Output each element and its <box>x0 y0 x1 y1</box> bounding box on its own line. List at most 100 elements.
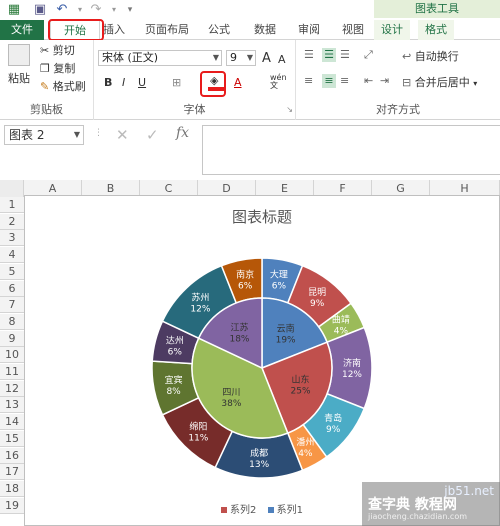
align-right-icon[interactable]: ≡ <box>340 74 349 88</box>
cancel-icon[interactable]: ✕ <box>116 126 129 144</box>
paste-label[interactable]: 粘贴 <box>8 72 30 86</box>
row-header[interactable]: 6 <box>0 280 24 297</box>
bold-button[interactable]: B <box>104 76 112 90</box>
scissors-icon: ✂ <box>40 44 50 57</box>
row-header[interactable]: 16 <box>0 447 24 464</box>
watermark-title: 查字典 教程网 <box>368 494 457 514</box>
merge-icon: ⊟ <box>402 76 412 89</box>
row-header[interactable]: 2 <box>0 213 24 230</box>
border-icon[interactable]: ⊞ <box>172 76 181 90</box>
orientation-icon[interactable]: ⤢ <box>364 48 373 62</box>
row-header[interactable]: 3 <box>0 230 24 247</box>
row-header[interactable]: 4 <box>0 247 24 264</box>
align-middle-icon[interactable]: ☰ <box>322 48 336 62</box>
font-size-combo[interactable]: 9 ▼ <box>226 50 256 66</box>
dialog-launcher-icon[interactable]: ↘ <box>286 103 293 117</box>
inner-slice-value: 25% <box>291 387 311 397</box>
align-bottom-icon[interactable]: ☰ <box>340 48 350 62</box>
undo-icon[interactable]: ↶ <box>54 2 70 18</box>
select-all-corner[interactable] <box>0 180 24 197</box>
row-header[interactable]: 11 <box>0 364 24 380</box>
outer-slice-label: 潘州 <box>296 436 314 448</box>
font-group: 宋体 (正文) ▼ 9 ▼ A A B I U ⊞ ◈ A wén 文 字体 ↘ <box>94 40 296 120</box>
inner-slice-value: 19% <box>276 335 296 345</box>
underline-button[interactable]: U <box>138 76 146 90</box>
alignment-group: ☰ ☰ ☰ ⤢ ↩ 自动换行 ≡ ≡ ≡ ⇤ ⇥ ⊟ 合并后居中 ▾ 对齐方式 <box>296 40 500 120</box>
redo-dropdown-icon[interactable]: ▾ <box>106 2 122 18</box>
font-name-value: 宋体 (正文) <box>102 51 159 64</box>
row-header[interactable]: 7 <box>0 297 24 314</box>
font-name-combo[interactable]: 宋体 (正文) ▼ <box>98 50 222 66</box>
format-painter-button[interactable]: ✎ 格式刷 <box>40 80 86 94</box>
legend-swatch-series2 <box>221 507 228 513</box>
pie-chart[interactable]: 大理6%昆明9%曲靖4%济南12%青岛9%潘州4%成都13%绵阳11%宜宾8%达… <box>25 196 499 525</box>
alignment-group-label: 对齐方式 <box>376 103 420 116</box>
outer-slice-label: 绵阳 <box>189 421 207 433</box>
save-icon[interactable]: ▣ <box>32 2 48 18</box>
grow-font-button[interactable]: A <box>262 52 271 66</box>
row-header[interactable]: 13 <box>0 397 24 414</box>
tab-design[interactable]: 设计 <box>374 20 410 40</box>
copy-label: 复制 <box>53 62 76 75</box>
align-left-icon[interactable]: ≡ <box>304 74 313 88</box>
formula-bar: 图表 2 ▼ ⋮ ✕ ✓ fx <box>0 120 500 180</box>
clipboard-group: 粘贴 ✂ 剪切 ❐ 复制 ✎ 格式刷 剪贴板 <box>0 40 94 120</box>
formula-input[interactable] <box>202 125 500 175</box>
row-header[interactable]: 15 <box>0 430 24 447</box>
more-icon: ⋮ <box>94 128 103 138</box>
font-color-button[interactable]: A <box>234 76 242 90</box>
tab-review[interactable]: 审阅 <box>294 20 324 40</box>
home-tab-highlight <box>48 19 104 41</box>
tab-file[interactable]: 文件 <box>0 20 44 40</box>
tab-page-layout[interactable]: 页面布局 <box>142 20 192 40</box>
copy-button[interactable]: ❐ 复制 <box>40 62 75 76</box>
tab-view[interactable]: 视图 <box>338 20 368 40</box>
undo-dropdown-icon[interactable]: ▾ <box>72 2 88 18</box>
paste-icon[interactable] <box>8 44 30 66</box>
row-header[interactable]: 8 <box>0 313 24 330</box>
row-header[interactable]: 1 <box>0 197 24 213</box>
merge-label: 合并后居中 <box>414 76 470 89</box>
shrink-font-button[interactable]: A <box>278 53 286 67</box>
watermark-line2: 教程网 <box>414 497 457 513</box>
cut-button[interactable]: ✂ 剪切 <box>40 44 75 58</box>
italic-button[interactable]: I <box>122 76 125 90</box>
tab-format[interactable]: 格式 <box>418 20 454 40</box>
enter-icon[interactable]: ✓ <box>146 126 159 144</box>
font-group-label: 字体 <box>183 103 206 116</box>
row-header[interactable]: 14 <box>0 414 24 431</box>
outer-slice-value: 9% <box>310 299 325 309</box>
chart-area[interactable]: 图表标题 大理 6% 昆明 9% 曲靖 4% 济南 12% 青岛 9% 潘州 4% 成都 13% 绵阳 11%… <box>24 195 500 526</box>
row-header[interactable]: 19 <box>0 497 24 514</box>
indent-icon[interactable]: ⇤ <box>364 74 373 88</box>
merge-center-button[interactable]: ⊟ 合并后居中 ▾ <box>402 76 477 91</box>
outdent-icon[interactable]: ⇥ <box>380 74 389 88</box>
redo-icon[interactable]: ↷ <box>88 2 104 18</box>
inner-slice-label: 山东 <box>292 374 310 386</box>
row-header[interactable]: 12 <box>0 380 24 397</box>
align-center-icon[interactable]: ≡ <box>322 74 336 88</box>
copy-icon: ❐ <box>40 62 50 75</box>
tab-formulas[interactable]: 公式 <box>204 20 234 40</box>
tab-data[interactable]: 数据 <box>250 20 280 40</box>
row-header[interactable]: 5 <box>0 263 24 280</box>
outer-slice-label: 苏州 <box>191 291 209 303</box>
customize-toolbar-icon[interactable]: ▾ <box>122 2 138 18</box>
insert-function-icon[interactable]: fx <box>176 125 189 141</box>
outer-slice-label: 大理 <box>270 269 288 281</box>
tab-insert[interactable]: 插入 <box>100 20 128 40</box>
align-top-icon[interactable]: ☰ <box>304 48 314 62</box>
row-header[interactable]: 9 <box>0 330 24 347</box>
row-header[interactable]: 18 <box>0 480 24 497</box>
watermark-line1: 查字典 <box>368 497 410 513</box>
inner-slice-label: 江苏 <box>230 322 248 334</box>
row-header[interactable]: 17 <box>0 464 24 481</box>
wrap-icon: ↩ <box>402 50 412 63</box>
legend-swatch-series1 <box>267 507 274 513</box>
watermark-url: jiaocheng.chazidian.com <box>368 512 468 521</box>
name-box[interactable]: 图表 2 ▼ <box>4 125 84 145</box>
row-header[interactable]: 10 <box>0 347 24 364</box>
wrap-text-button[interactable]: ↩ 自动换行 <box>402 50 459 64</box>
outer-slice-label: 曲靖 <box>332 314 350 326</box>
phonetic-button[interactable]: wén 文 <box>270 74 287 90</box>
